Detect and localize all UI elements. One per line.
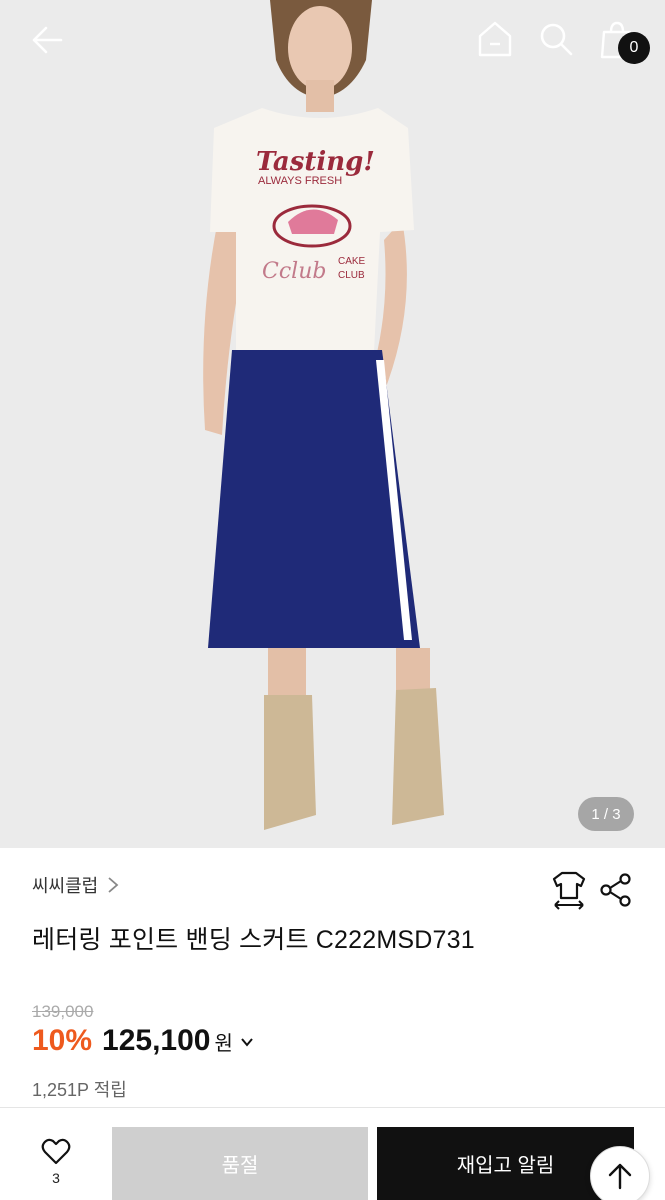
original-price: 139,000 [32, 1002, 94, 1021]
sale-price: 125,100 [102, 1024, 211, 1057]
arrow-left-icon [32, 26, 63, 54]
brand-name: 씨씨클럽 [32, 876, 99, 896]
scroll-top-button[interactable] [590, 1146, 650, 1200]
image-pager: 1 / 3 [578, 797, 634, 831]
size-guide-icon [552, 871, 586, 910]
size-guide-button[interactable] [550, 870, 588, 910]
shirt-print-graphic: Tasting! ALWAYS FRESH Cclub CAKE CLUB [256, 147, 375, 284]
shirt-print-line5: CLUB [338, 270, 365, 281]
home-icon [478, 21, 512, 57]
reward-points: 1,251P 적립 [32, 1080, 127, 1100]
like-count: 3 [52, 1170, 60, 1186]
share-button[interactable] [598, 872, 634, 908]
shirt-print-line2: ALWAYS FRESH [258, 175, 342, 187]
cake-icon [288, 209, 338, 234]
arrow-up-icon [608, 1163, 632, 1190]
chevron-down-icon [241, 1038, 253, 1047]
search-button[interactable] [532, 16, 580, 62]
product-title: 레터링 포인트 밴딩 스커트 C222MSD731 [32, 926, 475, 954]
top-bar: 0 [0, 0, 665, 80]
divider [0, 1107, 665, 1108]
discount-rate: 10% [32, 1024, 93, 1057]
home-button[interactable] [470, 16, 520, 62]
shirt-print-line4: CAKE [338, 256, 366, 267]
soldout-button[interactable]: 품절 [112, 1127, 368, 1200]
like-button[interactable]: 3 [28, 1138, 84, 1200]
shirt-print-line1: Tasting! [256, 147, 375, 177]
share-icon [600, 873, 631, 907]
product-photo [0, 0, 665, 848]
search-icon [540, 23, 573, 56]
price-row[interactable]: 10% 125,100 원 [32, 1024, 255, 1058]
product-image-gallery[interactable]: Tasting! ALWAYS FRESH Cclub CAKE CLUB 0 … [0, 0, 665, 848]
shirt-print-line3: Cclub [262, 259, 326, 284]
currency-unit: 원 [214, 1033, 233, 1055]
brand-link[interactable]: 씨씨클럽 [32, 872, 120, 898]
heart-icon [41, 1138, 71, 1165]
chevron-right-icon [108, 877, 119, 893]
cart-count-badge: 0 [618, 32, 650, 64]
back-button[interactable] [22, 20, 72, 60]
